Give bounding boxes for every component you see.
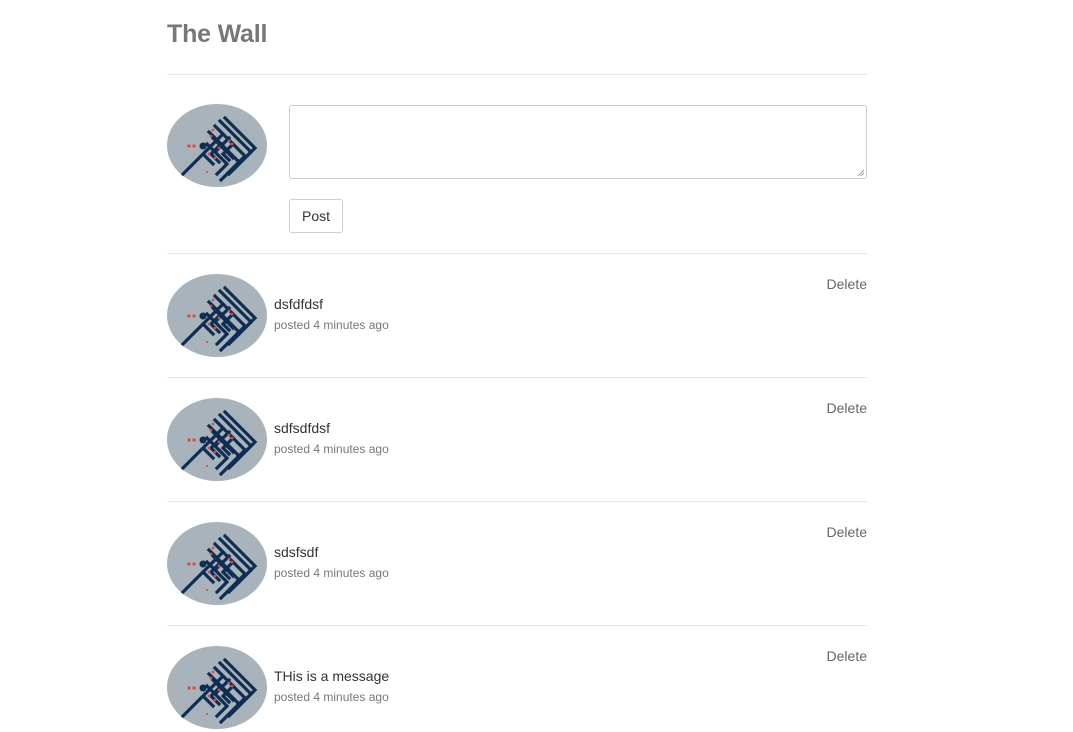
avatar-image-icon — [167, 398, 267, 481]
delete-button[interactable]: Delete — [827, 400, 867, 416]
page-title: The Wall — [167, 20, 268, 48]
message-item: sdsfsdf posted 4 minutes ago Delete — [167, 502, 867, 626]
message-text: dsfdfdsf — [274, 296, 324, 312]
message-timestamp: posted 4 minutes ago — [274, 318, 389, 332]
message-timestamp: posted 4 minutes ago — [274, 566, 389, 580]
message-item: THis is a message posted 4 minutes ago D… — [167, 626, 867, 732]
avatar-image-icon — [167, 646, 267, 729]
header-divider — [167, 74, 867, 75]
message-item: sdfsdfdsf posted 4 minutes ago Delete — [167, 378, 867, 502]
message-timestamp: posted 4 minutes ago — [274, 690, 389, 704]
message-item: dsfdfdsf posted 4 minutes ago Delete — [167, 254, 867, 378]
avatar — [167, 104, 267, 187]
resize-grip-icon[interactable] — [857, 169, 865, 177]
message-text: sdsfsdf — [274, 544, 319, 560]
avatar-image-icon — [167, 274, 267, 357]
avatar — [167, 522, 267, 605]
message-input[interactable] — [289, 105, 867, 179]
avatar — [167, 646, 267, 729]
delete-button[interactable]: Delete — [827, 648, 867, 664]
avatar-image-icon — [167, 104, 267, 187]
delete-button[interactable]: Delete — [827, 524, 867, 540]
post-button[interactable]: Post — [289, 199, 343, 233]
delete-button[interactable]: Delete — [827, 276, 867, 292]
avatar — [167, 274, 267, 357]
message-text: THis is a message — [274, 668, 390, 684]
avatar-image-icon — [167, 522, 267, 605]
message-text: sdfsdfdsf — [274, 420, 331, 436]
message-timestamp: posted 4 minutes ago — [274, 442, 389, 456]
avatar — [167, 398, 267, 481]
